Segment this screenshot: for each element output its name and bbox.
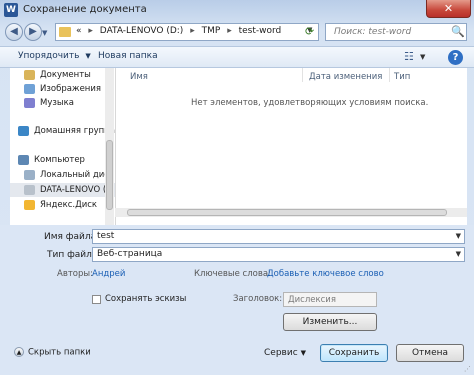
forward-button[interactable]: ▶ [24, 23, 42, 41]
save-thumbnails-label[interactable]: Сохранять эскизы [105, 294, 186, 304]
chevron-down-icon[interactable]: ▼ [456, 232, 461, 240]
sidebar-item-computer[interactable]: Компьютер [10, 153, 115, 167]
chevron-up-icon: ▲ [14, 347, 24, 357]
filetype-value: Веб-страница [97, 249, 163, 259]
sidebar-item-documents[interactable]: Документы [10, 68, 115, 82]
recent-locations-dropdown[interactable]: ▼ [42, 29, 47, 37]
save-thumbnails-checkbox[interactable] [92, 295, 101, 304]
filename-label: Имя файла: [44, 232, 100, 242]
resize-grip-icon[interactable]: ⋰ [464, 365, 471, 373]
help-icon[interactable]: ? [448, 50, 463, 65]
sidebar-item-pictures[interactable]: Изображения [10, 82, 115, 96]
breadcrumb-separator: ▸ [227, 26, 232, 36]
tools-label: Сервис [264, 348, 298, 358]
sidebar-item-label: Изображения [40, 84, 102, 94]
sidebar-item-label: Домашняя группа [34, 126, 115, 136]
navigation-pane-scrollbar[interactable] [105, 68, 114, 225]
yandex-disk-icon [24, 200, 35, 210]
new-folder-button[interactable]: Новая папка [98, 51, 158, 61]
keywords-value[interactable]: Добавьте ключевое слово [267, 269, 384, 279]
column-header-name[interactable]: Имя [130, 72, 148, 82]
column-divider[interactable] [389, 68, 390, 82]
filetype-select[interactable]: Веб-страница ▼ [92, 247, 465, 262]
change-button[interactable]: Изменить... [283, 313, 377, 331]
command-toolbar: Упорядочить ▼ Новая папка ☷ ▼ ? [0, 46, 474, 68]
breadcrumb-separator: ▸ [88, 26, 93, 36]
word-app-icon: W [4, 3, 18, 17]
title-value: Дислексия [288, 295, 336, 305]
close-button[interactable]: ✕ [426, 0, 471, 18]
window-title: Сохранение документа [23, 4, 147, 15]
chevron-down-icon: ▼ [300, 349, 307, 357]
folder-icon [59, 27, 71, 37]
breadcrumb: « ▸ DATA-LENOVO (D:) ▸ TMP ▸ test-word [76, 26, 281, 36]
homegroup-icon [18, 126, 29, 136]
drive-icon [24, 185, 35, 195]
tools-button[interactable]: Сервис ▼ [264, 348, 306, 358]
sidebar-item-data-lenovo[interactable]: DATA-LENOVO (D [10, 183, 115, 197]
file-list: Имя Дата изменения Тип Нет элементов, уд… [115, 68, 467, 225]
sidebar-item-label: Компьютер [34, 155, 85, 165]
chevron-down-icon: ▼ [85, 52, 91, 60]
breadcrumb-test-word[interactable]: test-word [239, 26, 282, 36]
navigation-pane: Документы Изображения Музыка Домашняя гр… [10, 68, 115, 225]
empty-message: Нет элементов, удовлетворяющих условиям … [191, 98, 429, 108]
organize-button[interactable]: Упорядочить ▼ [18, 51, 91, 61]
navigation-bar: ◀ ▶ ▼ « ▸ DATA-LENOVO (D:) ▸ TMP ▸ test-… [0, 20, 474, 46]
search-input[interactable]: Поиск: test-word [334, 27, 411, 37]
search-box[interactable]: Поиск: test-word 🔍 [325, 23, 467, 41]
sidebar-item-label: DATA-LENOVO (D [40, 185, 113, 195]
chevron-down-icon[interactable]: ▼ [456, 250, 461, 258]
refresh-icon[interactable]: ⟳ [305, 25, 314, 38]
music-icon [24, 98, 35, 108]
column-header-date[interactable]: Дата изменения [309, 72, 382, 82]
column-header-type[interactable]: Тип [394, 72, 410, 82]
cancel-button[interactable]: Отмена [396, 344, 464, 362]
computer-icon [18, 155, 29, 165]
sidebar-item-label: Музыка [40, 98, 74, 108]
hide-folders-button[interactable]: ▲ Скрыть папки [14, 347, 91, 358]
back-button[interactable]: ◀ [5, 23, 23, 41]
sidebar-item-yandex-disk[interactable]: Яндекс.Диск [10, 198, 115, 212]
hide-folders-label: Скрыть папки [28, 347, 91, 358]
sidebar-item-label: Локальный диск [40, 170, 115, 180]
title-bar: W Сохранение документа ✕ [0, 0, 474, 20]
save-form: Имя файла: test ▼ Тип файла: Веб-страниц… [0, 225, 474, 375]
title-field[interactable]: Дислексия [283, 292, 377, 307]
sidebar-item-local-disk[interactable]: Локальный диск [10, 168, 115, 182]
documents-icon [24, 70, 35, 80]
column-divider[interactable] [302, 68, 303, 82]
view-dropdown[interactable]: ▼ [420, 53, 425, 61]
keywords-label: Ключевые слова: [194, 269, 271, 279]
authors-value[interactable]: Андрей [92, 269, 125, 279]
filename-value: test [97, 231, 115, 241]
save-dialog: W Сохранение документа ✕ ◀ ▶ ▼ « ▸ DATA-… [0, 0, 474, 375]
breadcrumb-tmp[interactable]: TMP [202, 26, 221, 36]
authors-label: Авторы: [57, 269, 93, 279]
search-icon[interactable]: 🔍 [451, 25, 465, 38]
scrollbar-thumb[interactable] [127, 209, 447, 216]
address-bar[interactable]: « ▸ DATA-LENOVO (D:) ▸ TMP ▸ test-word ▼ [55, 23, 319, 41]
breadcrumb-overflow[interactable]: « [76, 26, 82, 36]
sidebar-item-label: Яндекс.Диск [40, 200, 98, 210]
title-label: Заголовок: [233, 294, 283, 304]
breadcrumb-separator: ▸ [190, 26, 195, 36]
sidebar-item-music[interactable]: Музыка [10, 96, 115, 110]
file-list-horizontal-scrollbar[interactable] [115, 208, 467, 217]
organize-label: Упорядочить [18, 51, 80, 61]
filename-field[interactable]: test ▼ [92, 229, 465, 244]
save-button[interactable]: Сохранить [320, 344, 388, 362]
view-icon[interactable]: ☷ [404, 50, 414, 63]
breadcrumb-drive[interactable]: DATA-LENOVO (D:) [100, 26, 184, 36]
sidebar-item-label: Документы [40, 70, 91, 80]
drive-icon [24, 170, 35, 180]
sidebar-item-homegroup[interactable]: Домашняя группа [10, 124, 115, 138]
scrollbar-thumb[interactable] [106, 140, 113, 210]
pictures-icon [24, 84, 35, 94]
